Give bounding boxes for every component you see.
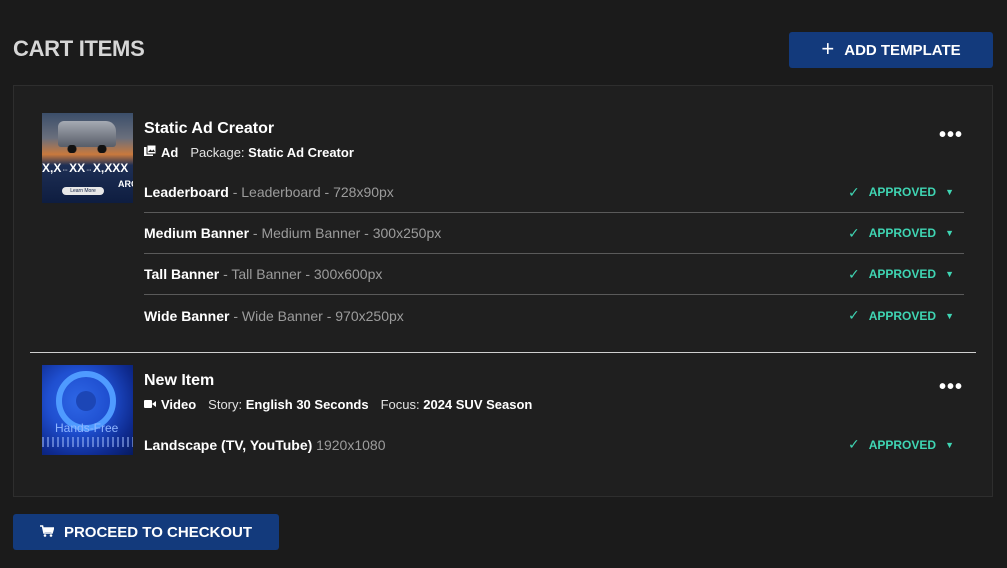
deliverable-name: Tall Banner - Tall Banner - 300x600px (144, 266, 383, 282)
chevron-down-icon: ▼ (945, 269, 954, 279)
add-template-label: ADD TEMPLATE (844, 41, 961, 59)
status-badge[interactable]: ✓ APPROVED ▼ (848, 307, 954, 324)
add-template-button[interactable]: + ADD TEMPLATE (789, 32, 993, 68)
package-label: Package: (190, 145, 245, 160)
cart-panel: X,X ··· XX ··· X,XXX Learn More ARC Stat… (13, 85, 993, 497)
check-icon: ✓ (847, 307, 860, 323)
chevron-down-icon: ▼ (945, 228, 954, 238)
item-meta: Ad Package: Static Ad Creator (144, 144, 354, 160)
plus-icon: + (821, 36, 835, 61)
video-icon (144, 397, 156, 412)
deliverable-row[interactable]: Wide Banner - Wide Banner - 970x250px ✓ A… (144, 295, 964, 336)
chevron-down-icon: ▼ (945, 439, 954, 450)
item-title: New Item (144, 372, 215, 389)
focus-label: Focus: (380, 397, 420, 412)
chevron-down-icon: ▼ (945, 310, 954, 321)
item-title: Static Ad Creator (144, 120, 275, 137)
story-label: Story: (208, 397, 243, 412)
item-thumbnail: X,X ··· XX ··· X,XXX Learn More ARC (42, 113, 133, 203)
deliverable-name: Landscape (TV, YouTube) 1920x1080 (144, 436, 386, 453)
more-icon[interactable]: ••• (939, 376, 963, 399)
deliverable-name: Leaderboard - Leaderboard - 728x90px (144, 184, 394, 200)
status-badge[interactable]: ✓ APPROVED ▼ (848, 184, 954, 201)
deliverable-row[interactable]: Landscape (TV, YouTube) 1920x1080 ✓ APPRO… (144, 424, 964, 465)
focus-value: 2024 SUV Season (423, 397, 533, 412)
check-icon: ✓ (847, 265, 860, 282)
deliverable-row[interactable]: Leaderboard - Leaderboard - 728x90px ✓ AP… (144, 172, 964, 213)
status-badge[interactable]: ✓ APPROVED ▼ (848, 266, 954, 283)
item-thumbnail: Hands-Free (42, 365, 133, 455)
cart-icon (39, 524, 55, 541)
more-icon[interactable]: ••• (939, 124, 963, 147)
page-title: CART ITEMS (13, 36, 145, 61)
chevron-down-icon: ▼ (945, 187, 954, 197)
item-type: Video (161, 397, 197, 412)
status-badge[interactable]: ✓ APPROVED ▼ (848, 436, 954, 453)
thumbnail-overlay-text: Hands-Free (55, 421, 119, 435)
image-icon (144, 144, 157, 160)
truck-image (58, 121, 116, 153)
deliverable-row[interactable]: Medium Banner - Medium Banner - 300x250p… (144, 213, 964, 254)
deliverable-row[interactable]: Tall Banner - Tall Banner - 300x600px ✓ A… (144, 254, 964, 295)
story-value: English 30 Seconds (245, 397, 369, 412)
check-icon: ✓ (847, 436, 860, 452)
proceed-to-checkout-button[interactable]: PROCEED TO CHECKOUT (13, 514, 279, 550)
check-icon: ✓ (847, 224, 860, 241)
status-badge[interactable]: ✓ APPROVED ▼ (848, 225, 954, 242)
deliverable-name: Medium Banner - Medium Banner - 300x250p… (144, 225, 442, 241)
item-divider (30, 352, 976, 353)
item-type: Ad (161, 145, 179, 160)
deliverable-name: Wide Banner - Wide Banner - 970x250px (144, 307, 404, 324)
package-value: Static Ad Creator (248, 145, 354, 160)
thumbnail-cta: Learn More (62, 187, 104, 195)
checkout-label: PROCEED TO CHECKOUT (63, 523, 253, 541)
thumbnail-brand: ARC (118, 179, 133, 189)
thumbnail-price: X,X ··· XX ··· X,XXX (42, 161, 129, 175)
item-meta: Video Story: English 30 Seconds Focus: 2… (144, 397, 532, 412)
check-icon: ✓ (847, 183, 860, 200)
